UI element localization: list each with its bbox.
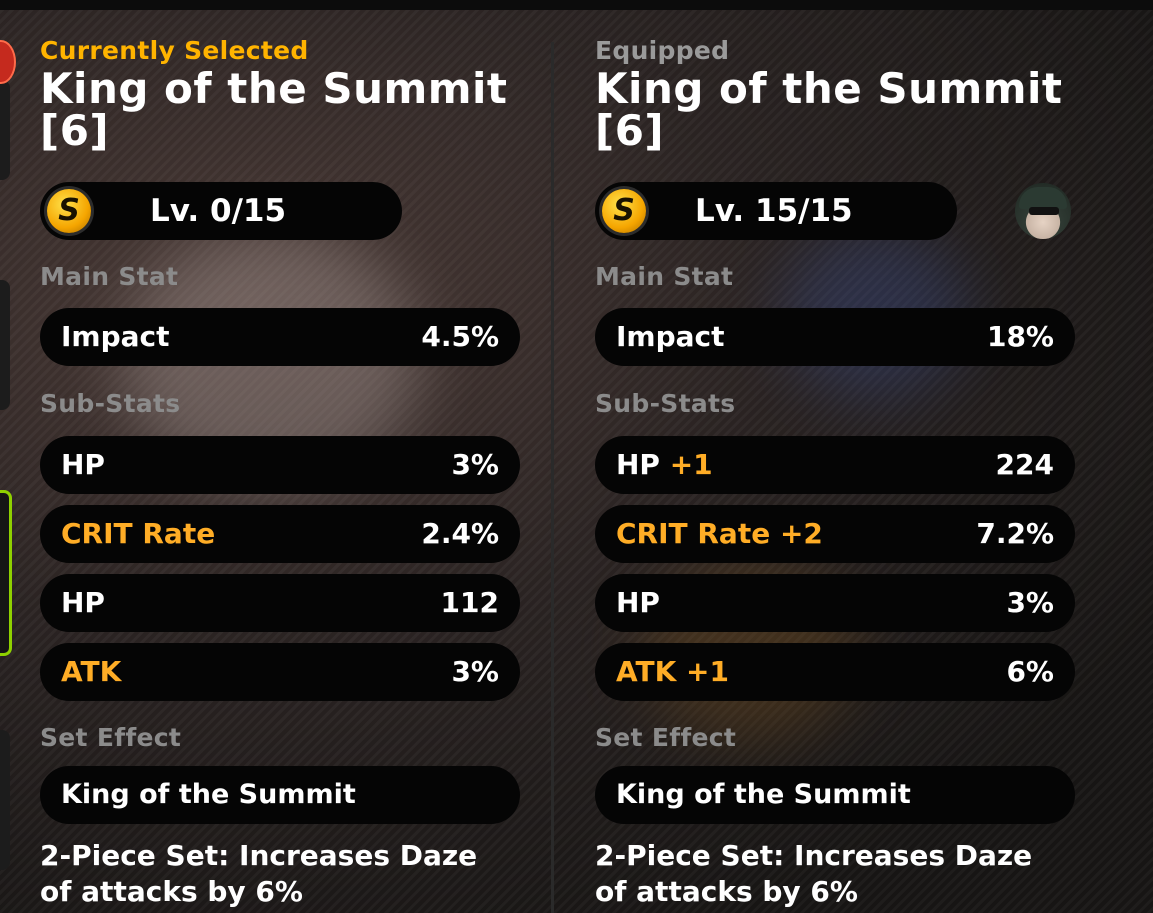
sub-stat-name: HP [61,448,105,481]
sub-stat-name: ATK +1 [616,655,729,688]
s-rank-coin-icon: S [602,189,646,233]
disc-name-line1: King of the Summit [40,64,508,113]
sub-stat-value: 2.4% [421,517,499,550]
equipped-disc-panel: Equipped King of the Summit [6] S Lv. 15… [595,36,1095,908]
main-stat-name: Impact [616,320,725,353]
sub-stat-boost: +1 [669,448,713,481]
sub-stat-row: HP 3% [40,436,520,494]
level-text: Lv. 0/15 [150,193,287,229]
sub-stat-name: HP [61,586,105,619]
sub-stat-name: ATK [61,655,122,688]
level-pill: S Lv. 0/15 [40,182,402,240]
main-stat-row: Impact 4.5% [40,308,520,366]
sub-stat-value: 224 [995,448,1054,481]
left-edge-tab[interactable] [0,80,10,180]
main-stat-name: Impact [61,320,170,353]
disc-name: King of the Summit [6] [595,68,1095,152]
sub-stat-name: HP +1 [616,436,713,494]
set-effect-title: Set Effect [40,723,182,752]
left-edge-tab[interactable] [0,280,10,410]
sub-stat-name-text: HP [616,448,660,481]
main-stat-value: 18% [986,320,1054,353]
main-stat-row: Impact 18% [595,308,1075,366]
sub-stat-row: CRIT Rate +2 7.2% [595,505,1075,563]
main-stat-title: Main Stat [595,262,734,291]
s-rank-coin-icon: S [47,189,91,233]
disc-name-line2: [6] [595,106,665,155]
sub-stats-title: Sub-Stats [595,389,736,418]
set-description-line2: of attacks by 6% [595,875,858,908]
sub-stat-row: HP 112 [40,574,520,632]
sub-stat-row: ATK +1 6% [595,643,1075,701]
equipped-label: Equipped [595,36,730,65]
sub-stat-row: HP 3% [595,574,1075,632]
sub-stat-name: CRIT Rate [61,517,216,550]
panel-divider [551,42,554,913]
set-name-row: King of the Summit [40,766,520,824]
set-description-line1: 2-Piece Set: Increases Daze [595,839,1033,872]
sub-stat-name: HP [616,586,660,619]
set-effect-title: Set Effect [595,723,737,752]
sub-stat-value: 112 [440,586,499,619]
sub-stat-name: CRIT Rate +2 [616,517,823,550]
set-name: King of the Summit [61,779,356,810]
sub-stat-value: 3% [451,448,499,481]
agent-avatar[interactable] [1015,183,1071,239]
disc-name-line1: King of the Summit [595,64,1063,113]
avatar-sunglasses [1029,207,1059,215]
top-strip [0,0,1153,10]
main-stat-value: 4.5% [421,320,499,353]
left-edge-tab-selected[interactable] [0,490,12,656]
currently-selected-label: Currently Selected [40,36,309,65]
left-edge-tab[interactable] [0,730,10,870]
set-description-line2: of attacks by 6% [40,875,303,908]
current-disc-panel: Currently Selected King of the Summit [6… [40,36,540,908]
corner-badge-icon [0,40,16,84]
sub-stat-value: 3% [1006,586,1054,619]
avatar-hat [1019,187,1067,209]
sub-stat-row: CRIT Rate 2.4% [40,505,520,563]
sub-stat-value: 3% [451,655,499,688]
disc-name-line2: [6] [40,106,110,155]
sub-stat-value: 7.2% [976,517,1054,550]
disc-name: King of the Summit [6] [40,68,540,152]
set-description-line1: 2-Piece Set: Increases Daze [40,839,478,872]
sub-stat-row: ATK 3% [40,643,520,701]
level-pill: S Lv. 15/15 [595,182,957,240]
sub-stat-value: 6% [1006,655,1054,688]
sub-stat-row: HP +1 224 [595,436,1075,494]
set-description: 2-Piece Set: Increases Daze of attacks b… [595,838,1095,910]
set-description: 2-Piece Set: Increases Daze of attacks b… [40,838,540,910]
main-stat-title: Main Stat [40,262,179,291]
level-text: Lv. 15/15 [695,193,853,229]
set-name-row: King of the Summit [595,766,1075,824]
set-name: King of the Summit [616,779,911,810]
sub-stats-title: Sub-Stats [40,389,181,418]
